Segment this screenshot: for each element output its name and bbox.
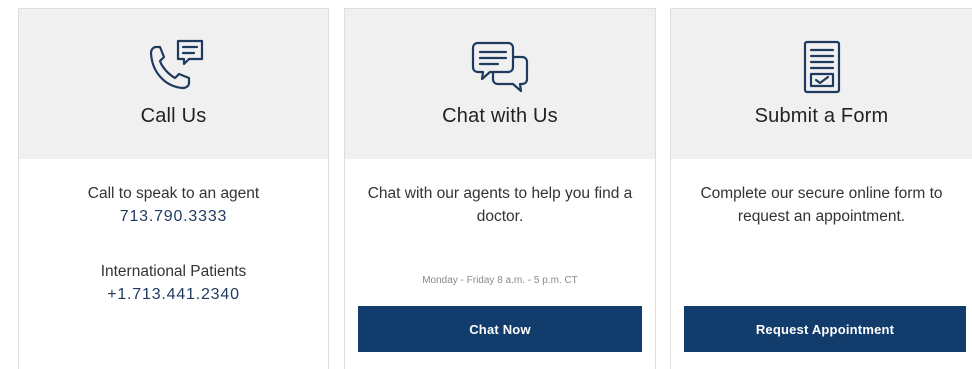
chat-title: Chat with Us (442, 105, 558, 127)
chat-header: Chat with Us (345, 9, 655, 159)
form-card: Submit a Form Complete our secure online… (670, 8, 972, 369)
international-label: International Patients (100, 263, 247, 280)
chat-card: Chat with Us Chat with our agents to hel… (344, 8, 656, 369)
phone-chat-icon (142, 35, 206, 99)
request-appointment-button[interactable]: Request Appointment (684, 306, 966, 352)
chat-bubbles-icon (468, 35, 532, 99)
form-checklist-icon (790, 35, 854, 99)
call-us-header: Call Us (19, 9, 328, 159)
form-title: Submit a Form (754, 105, 889, 127)
call-us-title: Call Us (140, 105, 207, 127)
call-agent-label: Call to speak to an agent (87, 185, 260, 202)
chat-body: Chat with our agents to help you find a … (345, 159, 655, 369)
call-us-body: Call to speak to an agent 713.790.3333 I… (19, 159, 328, 369)
form-body: Complete our secure online form to reque… (671, 159, 972, 369)
form-description: Complete our secure online form to reque… (700, 185, 943, 225)
chat-hours: Monday - Friday 8 a.m. - 5 p.m. CT (422, 275, 578, 286)
chat-description: Chat with our agents to help you find a … (367, 185, 633, 225)
call-us-card: Call Us Call to speak to an agent 713.79… (18, 8, 329, 369)
form-header: Submit a Form (671, 9, 972, 159)
contact-options: Call Us Call to speak to an agent 713.79… (0, 0, 972, 369)
international-phone-link[interactable]: +1.713.441.2340 (19, 283, 328, 306)
agent-phone-link[interactable]: 713.790.3333 (19, 205, 328, 228)
chat-now-button[interactable]: Chat Now (358, 306, 642, 352)
